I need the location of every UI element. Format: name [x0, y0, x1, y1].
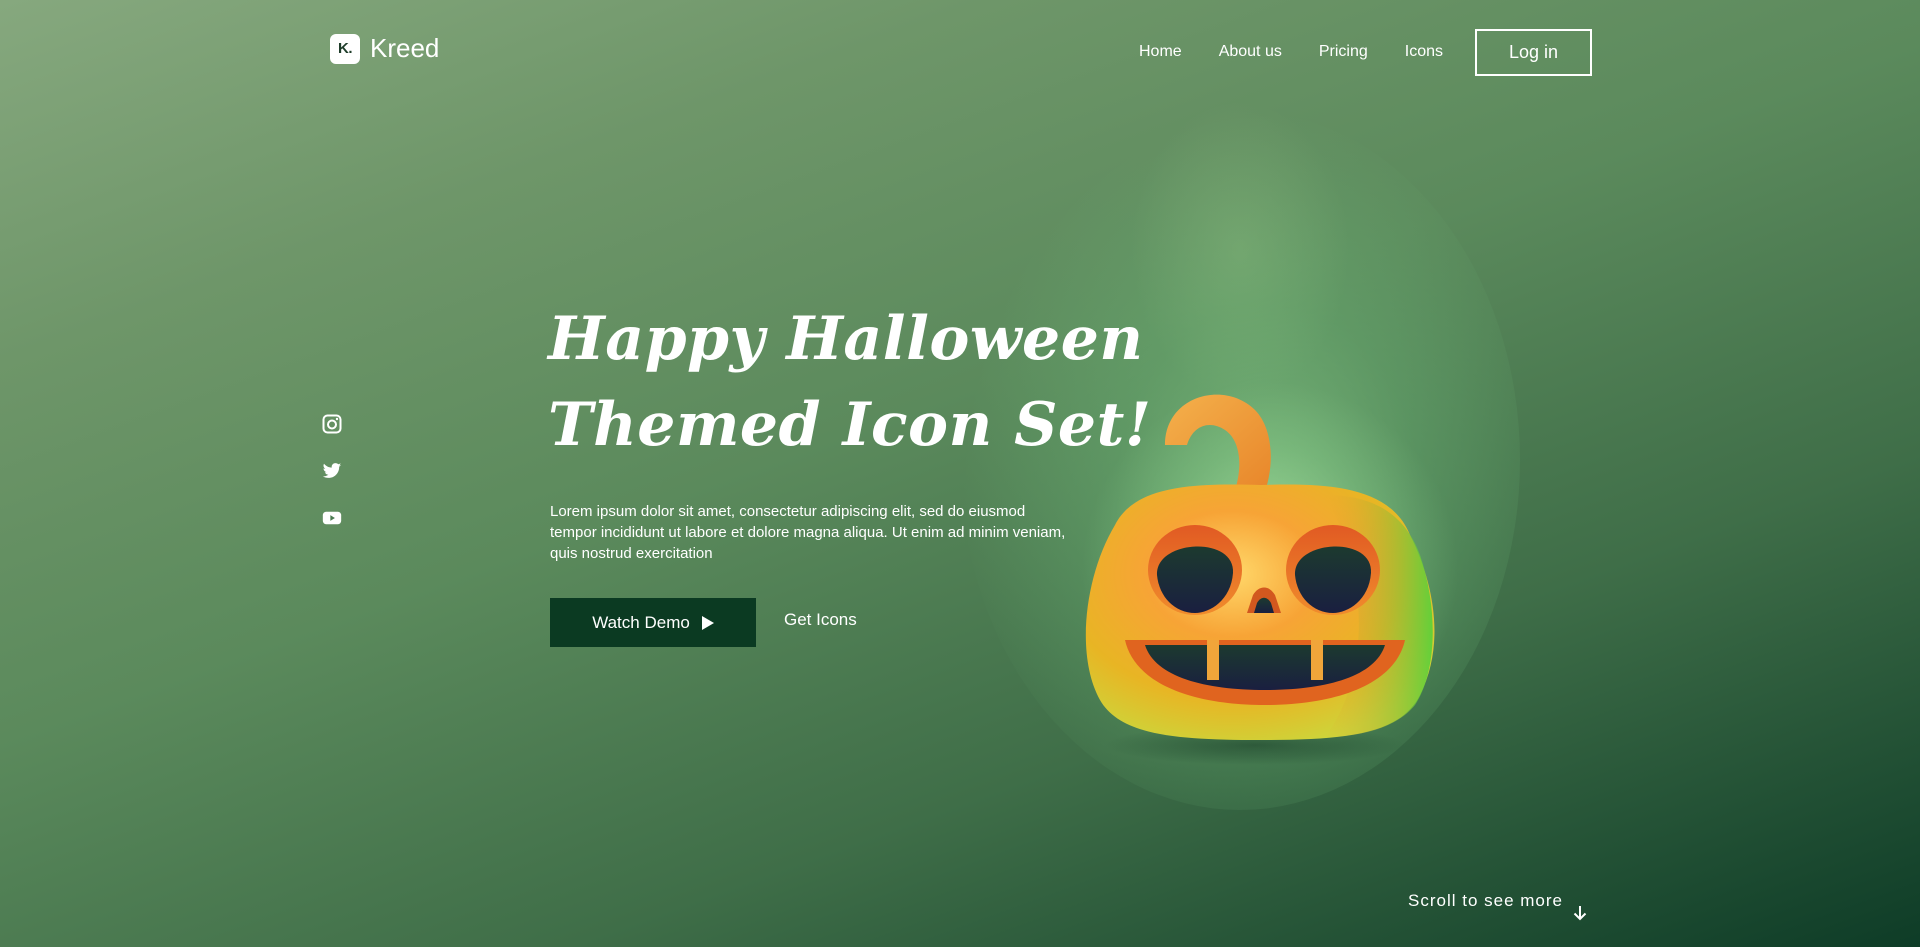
arrow-down-icon: [1573, 905, 1587, 921]
background-glow-top: [1130, 100, 1350, 400]
brand-logo[interactable]: K. Kreed: [330, 33, 439, 64]
watch-demo-button[interactable]: Watch Demo: [550, 598, 756, 647]
instagram-icon[interactable]: [322, 414, 342, 434]
login-button[interactable]: Log in: [1475, 29, 1592, 76]
hero-title-line-1: Happy Halloween: [548, 304, 1144, 374]
watch-demo-label: Watch Demo: [592, 612, 690, 632]
pumpkin-icon: [1075, 385, 1445, 770]
main-nav: Home About us Pricing Icons: [1139, 30, 1480, 74]
logo-mark-icon: K.: [330, 33, 360, 64]
nav-pricing[interactable]: Pricing: [1319, 43, 1368, 61]
hero-title: Happy Halloween Themed Icon Set!: [548, 296, 1152, 468]
brand-name: Kreed: [370, 33, 440, 63]
nav-home[interactable]: Home: [1139, 43, 1182, 61]
scroll-indicator[interactable]: Scroll to see more: [1408, 891, 1587, 921]
hero-title-line-2: Themed Icon Set!: [548, 390, 1152, 460]
youtube-icon[interactable]: [322, 508, 342, 528]
get-icons-link[interactable]: Get Icons: [784, 610, 857, 630]
scroll-label: Scroll to see more: [1408, 891, 1563, 910]
nav-about-us[interactable]: About us: [1219, 43, 1282, 61]
nav-icons[interactable]: Icons: [1405, 43, 1443, 61]
twitter-icon[interactable]: [322, 461, 342, 481]
hero-description: Lorem ipsum dolor sit amet, consectetur …: [550, 503, 1066, 562]
play-icon: [701, 615, 714, 630]
social-links: [322, 414, 342, 528]
